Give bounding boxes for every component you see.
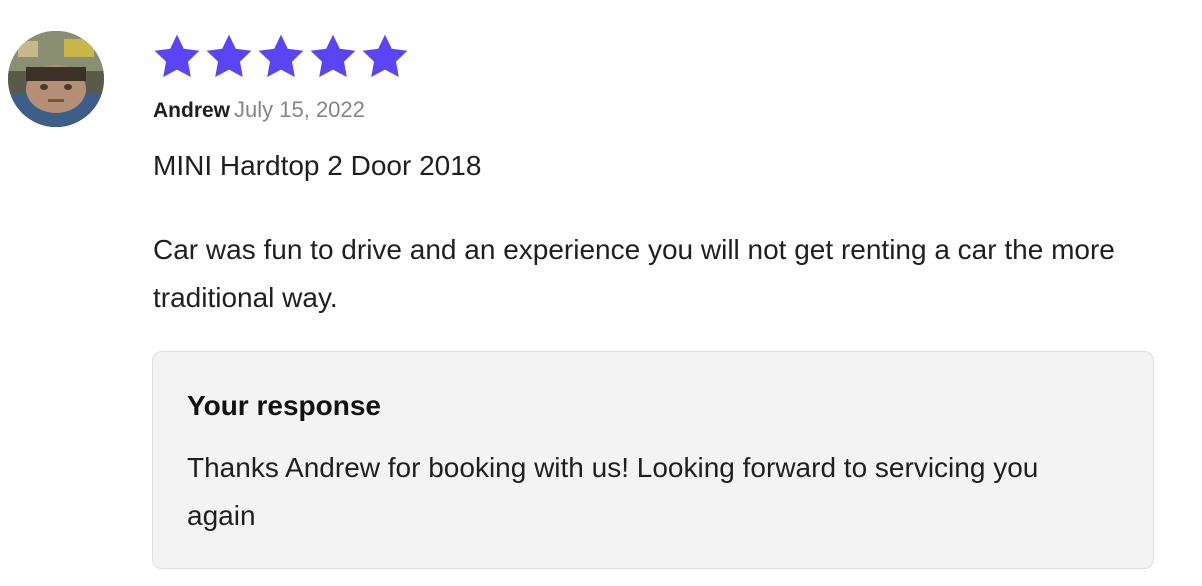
star-icon [206, 34, 252, 77]
response-text: Thanks Andrew for booking with us! Looki… [187, 452, 1039, 531]
host-response-box: Your response Thanks Andrew for booking … [152, 351, 1154, 569]
star-icon [362, 34, 408, 77]
vehicle-name[interactable]: MINI Hardtop 2 Door 2018 [153, 148, 481, 184]
review-meta: Andrew July 15, 2022 [153, 96, 365, 125]
avatar-photo-icon [8, 31, 104, 127]
reviewer-avatar[interactable] [8, 31, 104, 127]
star-icon [258, 34, 304, 77]
star-icon [154, 34, 200, 77]
star-icon [310, 34, 356, 77]
reviewer-name[interactable]: Andrew [153, 99, 230, 122]
review-text: Car was fun to drive and an experience y… [153, 234, 1115, 313]
star-rating [153, 33, 409, 79]
review-card: Andrew July 15, 2022 MINI Hardtop 2 Door … [0, 0, 1202, 586]
review-date: July 15, 2022 [234, 97, 365, 122]
response-title: Your response [187, 390, 381, 421]
